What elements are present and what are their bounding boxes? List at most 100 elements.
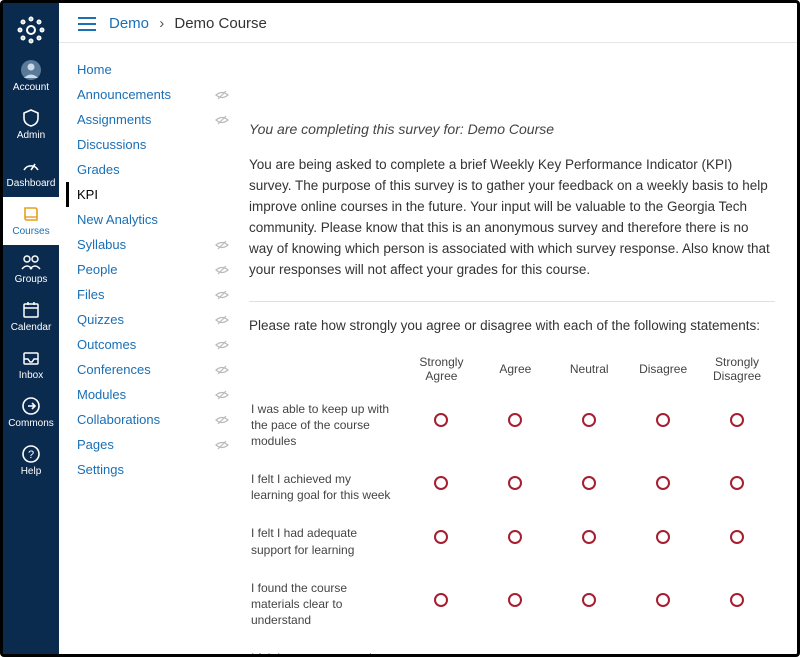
matrix-cell	[553, 644, 625, 654]
body: Home Announcements Assignments Discussions G…	[59, 43, 797, 654]
radio-option[interactable]	[730, 476, 744, 490]
svg-text:?: ?	[28, 449, 34, 461]
course-nav-item[interactable]: New Analytics	[77, 207, 229, 232]
app-frame: Account Admin Dashboard Courses Groups	[0, 0, 800, 657]
course-nav-link[interactable]: New Analytics	[77, 212, 158, 227]
radio-option[interactable]	[508, 530, 522, 544]
radio-option[interactable]	[434, 593, 448, 607]
radio-option[interactable]	[582, 413, 596, 427]
course-nav-link[interactable]: Home	[77, 62, 112, 77]
matrix-cell	[627, 465, 699, 517]
radio-option[interactable]	[434, 476, 448, 490]
course-nav-link[interactable]: Outcomes	[77, 337, 136, 352]
radio-option[interactable]	[730, 413, 744, 427]
shield-icon	[21, 107, 41, 129]
course-nav-link[interactable]: Files	[77, 287, 104, 302]
scale-header: Disagree	[627, 351, 699, 393]
radio-option[interactable]	[434, 413, 448, 427]
course-nav-link[interactable]: Grades	[77, 162, 120, 177]
people-icon	[20, 251, 42, 273]
nav-account-label: Account	[13, 83, 49, 93]
radio-option[interactable]	[656, 413, 670, 427]
chevron-right-icon: ›	[153, 15, 170, 32]
gauge-icon	[21, 155, 41, 177]
hidden-eye-icon	[215, 263, 229, 277]
nav-help[interactable]: ? Help	[3, 437, 59, 485]
nav-account[interactable]: Account	[3, 53, 59, 101]
radio-option[interactable]	[508, 593, 522, 607]
nav-inbox[interactable]: Inbox	[3, 341, 59, 389]
hidden-eye-icon	[215, 338, 229, 352]
radio-option[interactable]	[730, 593, 744, 607]
course-nav-item[interactable]: Outcomes	[77, 332, 229, 357]
course-nav-item[interactable]: KPI	[66, 182, 229, 207]
course-nav-item[interactable]: People	[77, 257, 229, 282]
course-nav-link[interactable]: Conferences	[77, 362, 151, 377]
nav-admin[interactable]: Admin	[3, 101, 59, 149]
course-nav-item[interactable]: Files	[77, 282, 229, 307]
radio-option[interactable]	[656, 530, 670, 544]
radio-option[interactable]	[582, 476, 596, 490]
breadcrumb: Demo › Demo Course	[109, 15, 267, 32]
scale-header: Strongly Disagree	[701, 351, 773, 393]
course-nav-link[interactable]: People	[77, 262, 117, 277]
radio-option[interactable]	[730, 530, 744, 544]
matrix-row: I was able to keep up with the pace of t…	[251, 395, 773, 464]
radio-option[interactable]	[656, 476, 670, 490]
survey-intro-body: You are being asked to complete a brief …	[249, 155, 775, 281]
course-nav-link[interactable]: Discussions	[77, 137, 146, 152]
radio-option[interactable]	[582, 593, 596, 607]
matrix-cell	[701, 519, 773, 571]
course-nav-link[interactable]: Collaborations	[77, 412, 160, 427]
matrix-statement: I felt I achieved my learning goal for t…	[251, 465, 404, 517]
matrix-cell	[553, 395, 625, 464]
radio-option[interactable]	[582, 530, 596, 544]
nav-dashboard[interactable]: Dashboard	[3, 149, 59, 197]
matrix-statement: I felt I was encouraged to participate o…	[251, 644, 404, 654]
course-nav-item[interactable]: Syllabus	[77, 232, 229, 257]
course-nav-link[interactable]: Announcements	[77, 87, 171, 102]
breadcrumb-root[interactable]: Demo	[109, 15, 149, 32]
course-nav-item[interactable]: Home	[77, 57, 229, 82]
course-nav-link[interactable]: KPI	[77, 187, 98, 202]
course-nav-item[interactable]: Assignments	[77, 107, 229, 132]
course-nav-link[interactable]: Quizzes	[77, 312, 124, 327]
radio-option[interactable]	[508, 476, 522, 490]
radio-option[interactable]	[508, 413, 522, 427]
course-nav-item[interactable]: Conferences	[77, 357, 229, 382]
canvas-logo-icon[interactable]	[16, 15, 46, 45]
main-area: Demo › Demo Course Home Announcements Assi…	[59, 3, 797, 654]
matrix-statement: I felt I had adequate support for learni…	[251, 519, 404, 571]
matrix-statement: I was able to keep up with the pace of t…	[251, 395, 404, 464]
course-nav-link[interactable]: Syllabus	[77, 237, 126, 252]
matrix-cell	[627, 395, 699, 464]
course-nav-item[interactable]: Announcements	[77, 82, 229, 107]
nav-courses[interactable]: Courses	[3, 197, 59, 245]
course-nav-item[interactable]: Discussions	[77, 132, 229, 157]
course-nav-item[interactable]: Quizzes	[77, 307, 229, 332]
course-nav-item[interactable]: Settings	[77, 457, 229, 482]
nav-commons[interactable]: Commons	[3, 389, 59, 437]
radio-option[interactable]	[434, 530, 448, 544]
matrix-cell	[627, 574, 699, 643]
course-nav-link[interactable]: Settings	[77, 462, 124, 477]
nav-inbox-label: Inbox	[19, 371, 43, 381]
scale-header: Strongly Agree	[406, 351, 478, 393]
hidden-eye-icon	[215, 288, 229, 302]
matrix-cell	[479, 395, 551, 464]
book-icon	[21, 203, 41, 225]
course-nav-item[interactable]: Grades	[77, 157, 229, 182]
survey-intro-title: You are completing this survey for: Demo…	[249, 121, 775, 137]
course-nav-item[interactable]: Modules	[77, 382, 229, 407]
content-pane: You are completing this survey for: Demo…	[239, 43, 797, 654]
course-nav-link[interactable]: Modules	[77, 387, 126, 402]
hamburger-icon[interactable]	[77, 16, 97, 32]
course-nav-link[interactable]: Assignments	[77, 112, 151, 127]
course-nav-link[interactable]: Pages	[77, 437, 114, 452]
course-nav-item[interactable]: Collaborations	[77, 407, 229, 432]
scale-header: Neutral	[553, 351, 625, 393]
course-nav-item[interactable]: Pages	[77, 432, 229, 457]
radio-option[interactable]	[656, 593, 670, 607]
nav-groups[interactable]: Groups	[3, 245, 59, 293]
nav-calendar[interactable]: Calendar	[3, 293, 59, 341]
